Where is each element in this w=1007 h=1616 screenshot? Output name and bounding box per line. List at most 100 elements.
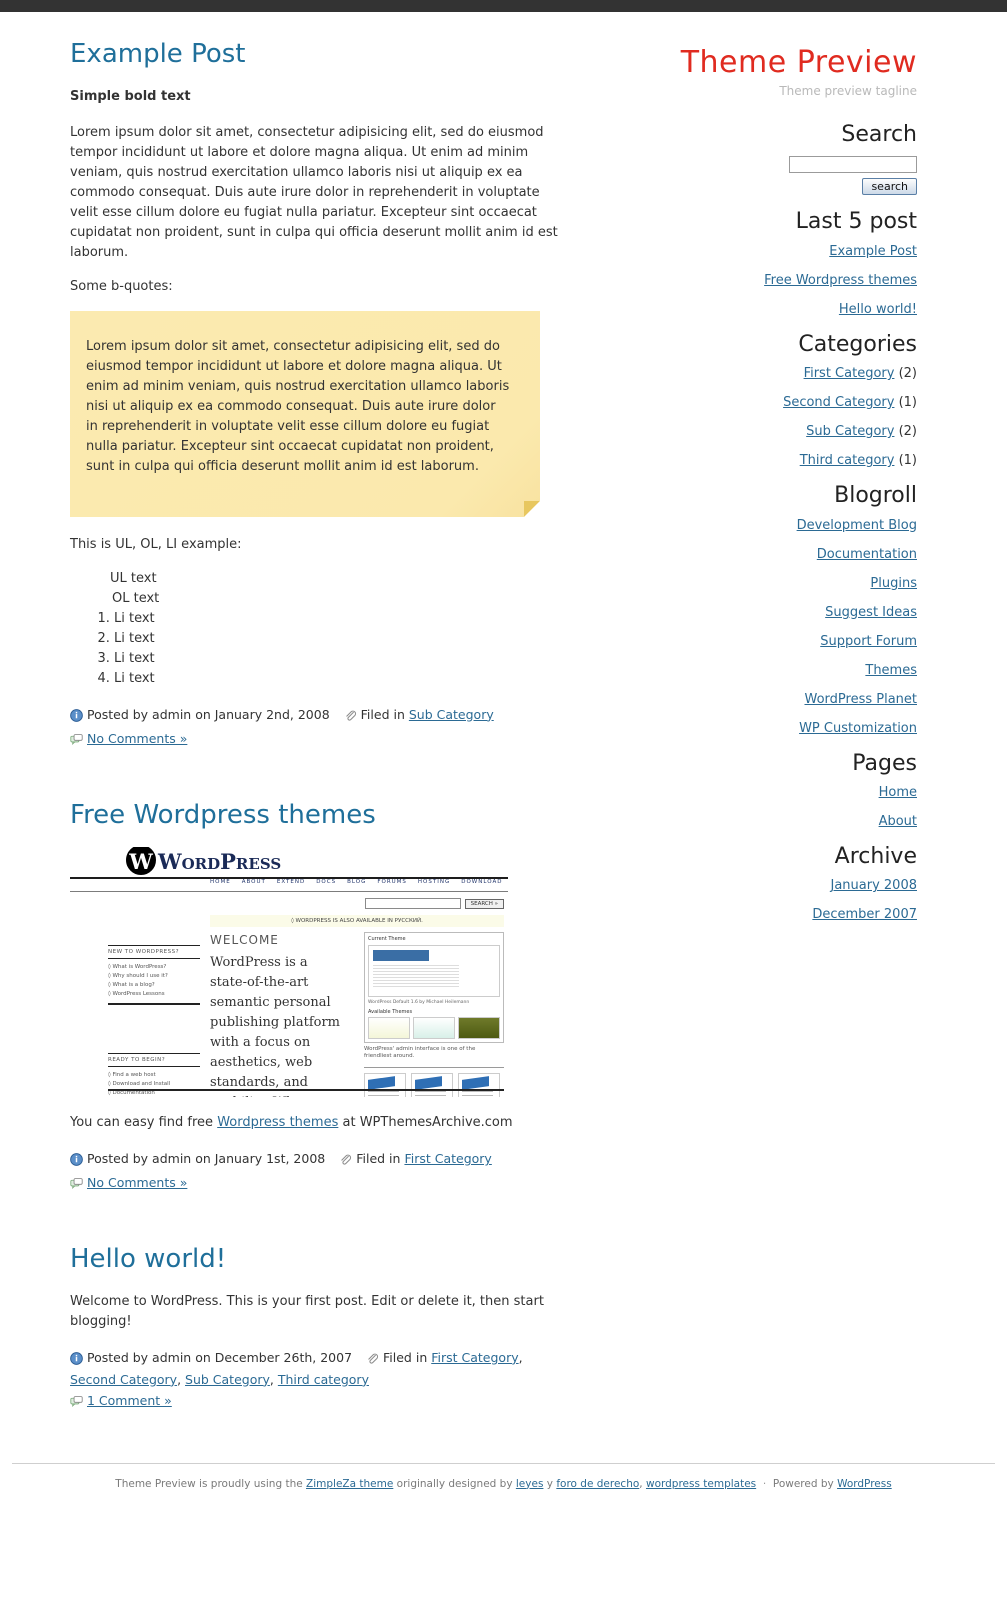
blogroll-link-development-blog[interactable]: Development Blog: [797, 518, 917, 533]
blogroll-link-plugins[interactable]: Plugins: [870, 576, 917, 591]
top-bar: [0, 0, 1007, 12]
wp-body-p1: WordPress is a state-of-the-art semantic…: [210, 955, 340, 1097]
wp-shot-thumb: [364, 1073, 406, 1098]
search-button[interactable]: search: [862, 178, 917, 196]
category-count: (1): [898, 453, 917, 469]
list-item: Third category (1): [630, 453, 917, 469]
sidebar-link-free-wordpress-themes[interactable]: Free Wordpress themes: [764, 273, 917, 288]
wp-theme-thumb: [368, 945, 500, 998]
post-comments-link[interactable]: No Comments »: [87, 731, 187, 746]
wp-right-column: Current Theme WordPress Default 1.6 by M…: [364, 932, 504, 1098]
comments-icon: [70, 1394, 83, 1413]
blockquote-text: Lorem ipsum dolor sit amet, consectetur …: [86, 338, 510, 474]
post-category-link[interactable]: Third category: [278, 1372, 369, 1387]
wp-nav-item: ABOUT: [241, 879, 266, 886]
category-link-first[interactable]: First Category: [804, 366, 895, 381]
list-item: First Category (2): [630, 366, 917, 382]
last-posts-heading: Last 5 post: [795, 209, 917, 235]
blogroll-link-wp-customization[interactable]: WP Customization: [799, 721, 917, 736]
blogroll-link-wordpress-planet[interactable]: WordPress Planet: [804, 692, 917, 707]
post-meta-filed-label: Filed in: [360, 706, 405, 722]
post-title[interactable]: Free Wordpress themes: [70, 800, 570, 830]
blogroll-heading: Blogroll: [834, 483, 917, 509]
footer-theme-link[interactable]: ZimpleZa theme: [306, 1478, 393, 1490]
search-form: search: [630, 156, 917, 196]
list-item: Documentation: [630, 547, 917, 563]
category-count: (2): [898, 424, 917, 440]
wp-left-item: What is WordPress?: [108, 963, 200, 972]
caption-before: You can easy find free: [70, 1115, 214, 1131]
footer-link-foro-de-derecho[interactable]: foro de derecho: [556, 1478, 639, 1490]
wordpress-themes-link[interactable]: Wordpress themes: [217, 1115, 338, 1130]
post-category-link[interactable]: First Category: [431, 1350, 518, 1365]
post-comments-link[interactable]: 1 Comment »: [87, 1393, 172, 1408]
wp-welcome-heading: WELCOME: [210, 933, 279, 948]
wp-theme-option: [368, 1017, 410, 1040]
wp-current-theme-box: Current Theme WordPress Default 1.6 by M…: [364, 932, 504, 1044]
sidebar: Theme Preview Theme preview tagline Sear…: [620, 12, 1007, 1463]
archive-list: January 2008 December 2007: [630, 878, 917, 923]
list-intro: This is UL, OL, LI example:: [70, 536, 242, 552]
page-link-home[interactable]: Home: [879, 785, 917, 800]
wp-shot-thumb: [411, 1073, 453, 1098]
category-link-sub[interactable]: Sub Category: [806, 424, 894, 439]
blogroll-link-themes[interactable]: Themes: [865, 663, 917, 678]
wp-left-head-1: NEW TO WORDPRESS?: [108, 945, 200, 960]
wp-available-themes-label: Available Themes: [368, 1009, 413, 1016]
list-item: Sub Category (2): [630, 424, 917, 440]
post-bold-lead: Simple bold text: [70, 88, 191, 104]
wp-shot-header: W WordPress HOME ABOUT EXTEND DOCS BLOG FORUM…: [70, 847, 508, 893]
blockquote-intro: Some b-quotes:: [70, 278, 173, 294]
post-category-link[interactable]: Second Category: [70, 1372, 177, 1387]
blogroll-link-support-forum[interactable]: Support Forum: [820, 634, 917, 649]
post-free-wordpress-themes: Free Wordpress themes W WordPress HOME AB…: [70, 800, 570, 1196]
list-item: Suggest Ideas: [630, 605, 917, 621]
list-item: Home: [630, 785, 917, 801]
footer-mid: originally designed by: [396, 1477, 513, 1490]
sidebar-link-hello-world[interactable]: Hello world!: [839, 302, 917, 317]
post-title[interactable]: Hello world!: [70, 1245, 570, 1274]
post-category-link[interactable]: Sub Category: [409, 707, 494, 722]
post-comments-link[interactable]: No Comments »: [87, 1175, 187, 1190]
footer-prefix: Theme Preview is proudly using the: [115, 1477, 303, 1490]
footer-comma: ,: [639, 1477, 643, 1490]
main-content: Example Post Simple bold text Lorem ipsu…: [0, 12, 620, 1463]
post-category-link[interactable]: First Category: [404, 1151, 491, 1166]
list-item: Development Blog: [630, 518, 917, 534]
sidebar-link-example-post[interactable]: Example Post: [829, 244, 917, 259]
wp-left-item: Find a web host: [108, 1071, 200, 1080]
category-link-third[interactable]: Third category: [800, 453, 895, 468]
footer-link-leyes[interactable]: leyes: [516, 1478, 544, 1490]
post-category-link[interactable]: Sub Category: [185, 1372, 270, 1387]
comments-icon: [70, 1176, 83, 1195]
category-link-second[interactable]: Second Category: [783, 395, 894, 410]
page-link-about[interactable]: About: [879, 814, 917, 829]
footer-powered: Powered by: [772, 1477, 834, 1490]
post-title[interactable]: Example Post: [70, 40, 570, 69]
wp-theme-option: [458, 1017, 500, 1040]
wp-left-item: WordPress Lessons: [108, 990, 200, 999]
wordpress-homepage-screenshot[interactable]: W WordPress HOME ABOUT EXTEND DOCS BLOG FORUM…: [70, 847, 508, 1098]
search-input[interactable]: [789, 156, 917, 174]
post-paragraph: Lorem ipsum dolor sit amet, consectetur …: [70, 124, 558, 260]
wp-left-list-1: What is WordPress? Why should I use it? …: [108, 963, 200, 999]
wp-search-button: SEARCH »: [464, 898, 504, 909]
footer-link-wordpress-templates[interactable]: wordpress templates: [646, 1478, 756, 1490]
wp-search-row: SEARCH »: [364, 896, 504, 911]
site-title[interactable]: Theme Preview: [630, 46, 917, 79]
site-tagline: Theme preview tagline: [779, 84, 917, 98]
info-icon: [70, 708, 83, 727]
archive-link-january-2008[interactable]: January 2008: [831, 878, 918, 893]
list-item: Second Category (1): [630, 395, 917, 411]
wp-thumb-lines: [373, 965, 459, 989]
blogroll-link-documentation[interactable]: Documentation: [817, 547, 917, 562]
layout: Example Post Simple bold text Lorem ipsu…: [0, 12, 1007, 1463]
ul-item: UL text: [110, 570, 157, 586]
post-hello-world: Hello world! Welcome to WordPress. This …: [70, 1245, 570, 1413]
footer-separator: ·: [759, 1477, 770, 1490]
archive-link-december-2007[interactable]: December 2007: [812, 907, 917, 922]
footer-link-wordpress[interactable]: WordPress: [837, 1478, 892, 1490]
wp-theme-option: [413, 1017, 455, 1040]
post-caption: You can easy find free Wordpress themes …: [70, 1113, 570, 1133]
blogroll-link-suggest-ideas[interactable]: Suggest Ideas: [825, 605, 917, 620]
